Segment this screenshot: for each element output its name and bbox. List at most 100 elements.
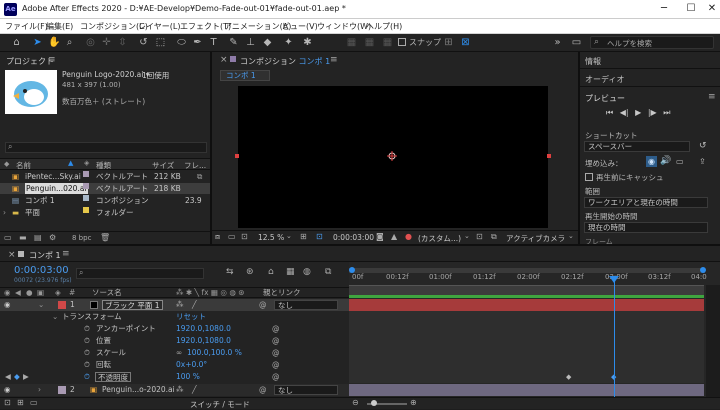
video-toggle-icon[interactable]: ◉ [646, 156, 657, 167]
rotation-tool-icon[interactable]: ↺ [137, 36, 150, 49]
property-scale[interactable]: ⏱ スケール ∞ 100.0,100.0 % @ [0, 347, 349, 359]
lock-icon[interactable] [18, 251, 24, 257]
transparency-grid-icon[interactable]: ⊡ [316, 232, 323, 241]
shy-switch-icon[interactable]: ⁂ [176, 384, 184, 396]
zoom-dropdown-icon[interactable]: ⌄ [286, 232, 292, 240]
stopwatch-icon[interactable]: ⏱ [84, 347, 90, 359]
layer-row-2[interactable]: ◉ › 2 ▣ Penguin...o-2020.ai ⁂ ╱ @ なし [0, 384, 349, 396]
expand-arrow-icon[interactable]: › [3, 207, 6, 218]
home-icon[interactable]: ⌂ [10, 36, 23, 49]
project-item[interactable]: ▤ コンポ 1 コンポジション 23.9 [0, 195, 210, 206]
prev-frame-icon[interactable]: ◀| [620, 108, 629, 117]
zoom-slider-handle[interactable] [371, 400, 377, 406]
graph-editor-icon[interactable]: ⧉ [325, 267, 331, 277]
label-color-swatch[interactable] [83, 195, 89, 201]
viewer-timecode[interactable]: 0:00:03:00 [333, 233, 374, 242]
property-position[interactable]: ⏱ 位置 1920.0,1080.0 @ [0, 335, 349, 347]
label-color-swatch[interactable] [83, 171, 89, 177]
stopwatch-icon[interactable]: ⏱ [84, 359, 90, 371]
timeline-tab[interactable]: コンポ 1 [29, 250, 61, 261]
parent-dropdown[interactable]: なし [274, 300, 338, 310]
parent-dropdown[interactable]: なし [274, 385, 338, 395]
anchor-point-value[interactable]: 1920.0,1080.0 [176, 323, 231, 335]
property-opacity[interactable]: ◀ ◆ ▶ ⏱ 不透明度 100 % @ [0, 371, 349, 383]
menu-window[interactable]: ウィンドウ(W) [317, 21, 371, 32]
layer-1-bar[interactable] [349, 299, 704, 311]
project-tab[interactable]: プロジェクト [6, 56, 54, 67]
eraser-tool-icon[interactable]: ◆ [261, 36, 274, 49]
align-right-icon[interactable]: ▦ [381, 36, 394, 49]
anchor-point-icon[interactable] [387, 151, 397, 161]
label-color-swatch[interactable] [83, 207, 89, 213]
pickwhip-icon[interactable]: @ [272, 359, 280, 371]
panel-menu-icon[interactable]: ≡ [708, 92, 716, 102]
preview-panel-tab[interactable]: プレビュー [585, 93, 625, 104]
draft-3d-icon[interactable]: ⊛ [246, 267, 254, 277]
type-tool-icon[interactable]: T [207, 36, 220, 49]
quality-switch-icon[interactable]: ╱ [192, 384, 197, 396]
stopwatch-icon[interactable]: ⏱ [84, 335, 90, 347]
project-item[interactable]: ▣ iPentec...Sky.ai ベクトルアート 212 KB ⧉ [0, 171, 210, 182]
menu-layer[interactable]: レイヤー(L) [138, 21, 180, 32]
pan-camera-icon[interactable]: ✛ [100, 36, 113, 49]
shortcut-dropdown[interactable]: スペースバー [584, 141, 690, 152]
range-dropdown[interactable]: ワークエリアと現在の時間 [584, 197, 708, 208]
zoom-level[interactable]: 12.5 % [258, 233, 284, 242]
composition-tab[interactable]: コンポジション コンポ 1 [240, 56, 330, 67]
composition-subtab[interactable]: コンポ 1 [220, 70, 270, 81]
minimize-button[interactable]: ─ [650, 2, 678, 16]
last-frame-icon[interactable]: ⏭ [663, 108, 670, 117]
align-center-icon[interactable]: ▦ [363, 36, 376, 49]
stopwatch-active-icon[interactable]: ⏱ [84, 371, 90, 383]
label-column-icon[interactable]: ◆ [4, 160, 9, 168]
snap-option-1-icon[interactable]: ⊞ [442, 36, 455, 49]
project-item[interactable]: › ▬ 平面 フォルダー [0, 207, 210, 218]
column-name[interactable]: 名前 [16, 160, 31, 171]
source-name-header[interactable]: ソース名 [92, 288, 122, 298]
label-color-swatch[interactable] [58, 301, 66, 309]
workspace-icon[interactable]: ▭ [570, 36, 583, 49]
roto-brush-icon[interactable]: ✦ [282, 36, 295, 49]
keyframe-indicator-icon[interactable]: ◆ [14, 371, 20, 383]
reset-icon[interactable]: ↺ [699, 141, 707, 151]
parent-link-header[interactable]: 親とリンク [263, 288, 301, 298]
expand-switches-icon[interactable]: ⊞ [17, 398, 24, 407]
anchor-tool-icon[interactable]: ⬚ [154, 36, 167, 49]
play-icon[interactable]: ▶ [635, 108, 641, 117]
panel-menu-icon[interactable]: ≡ [48, 55, 56, 65]
quality-switch-icon[interactable]: ╱ [192, 299, 197, 311]
tag-icon[interactable]: ◈ [84, 159, 89, 167]
brush-tool-icon[interactable]: ✎ [227, 36, 240, 49]
audio-panel-tab[interactable]: オーディオ [585, 74, 624, 85]
zoom-out-icon[interactable]: ⊖ [352, 398, 359, 407]
fast-preview-icon[interactable]: ⊡ [476, 232, 483, 241]
rotation-value[interactable]: 0x+0.0° [176, 359, 207, 371]
comp-flowchart-icon[interactable]: ⇆ [226, 267, 234, 277]
help-search-input[interactable]: ⌕ ヘルプを検索 [590, 36, 714, 49]
more-workspaces-icon[interactable]: » [551, 36, 564, 49]
constrain-link-icon[interactable]: ∞ [176, 347, 182, 359]
column-frame[interactable]: フレ... [184, 160, 206, 171]
playhead-line[interactable] [614, 276, 615, 397]
align-left-icon[interactable]: ▦ [345, 36, 358, 49]
menu-file[interactable]: ファイル(F) [5, 21, 48, 32]
pickwhip-icon[interactable]: @ [272, 347, 280, 359]
trash-icon[interactable]: 🗑 [100, 233, 110, 242]
camera-dropdown[interactable]: アクティブカメラ [506, 233, 565, 244]
close-button[interactable]: ✕ [698, 2, 720, 16]
label-color-swatch[interactable] [83, 183, 89, 189]
first-frame-icon[interactable]: ⏮ [606, 108, 613, 117]
new-folder-icon[interactable]: ▬ [19, 233, 27, 242]
pen-tool-icon[interactable]: ✒ [191, 36, 204, 49]
shy-layers-icon[interactable]: ⌂ [268, 267, 274, 277]
keyframe-icon[interactable]: ◆ [566, 373, 571, 381]
interpret-footage-icon[interactable]: ▭ [4, 233, 12, 242]
start-time-dropdown[interactable]: 現在の時間 [584, 222, 708, 233]
pickwhip-icon[interactable]: @ [259, 299, 267, 311]
zoom-tool-icon[interactable]: ⌕ [63, 36, 76, 49]
snap-checkbox[interactable] [398, 38, 406, 46]
layer-handle-right[interactable] [547, 154, 551, 158]
new-composition-icon[interactable]: ▤ [34, 233, 42, 242]
layer-2-bar[interactable] [349, 384, 704, 396]
label-color-swatch[interactable] [58, 386, 66, 394]
